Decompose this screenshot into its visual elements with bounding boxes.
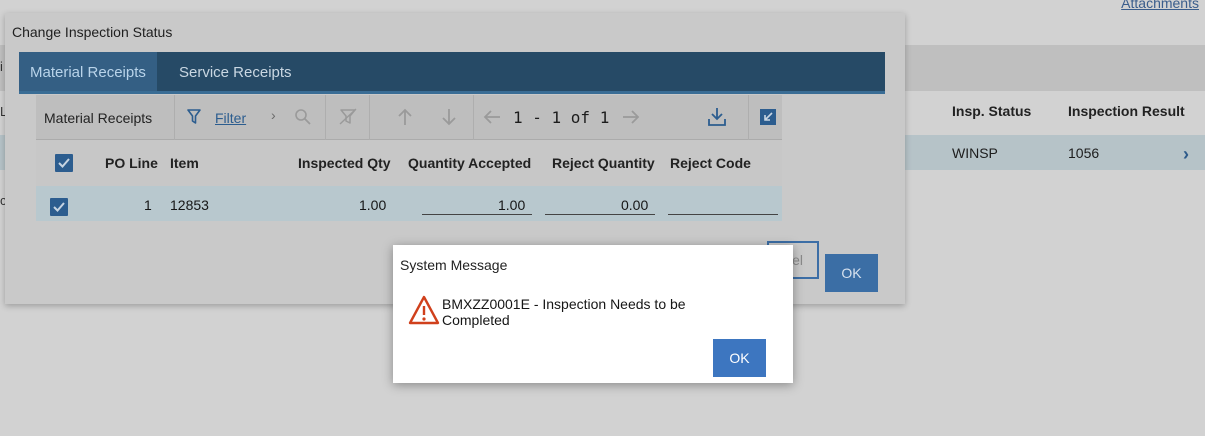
table-row[interactable]: 1 12853 1.00 1.00 0.00 [36, 186, 782, 221]
system-message-ok-button[interactable]: OK [713, 339, 766, 377]
tab-service-receipts[interactable]: Service Receipts [168, 52, 303, 91]
item-header[interactable]: Item [170, 155, 199, 171]
clear-filter-icon[interactable] [339, 108, 357, 131]
quantity-accepted-field[interactable]: 1.00 [498, 197, 525, 213]
reject-quantity-underline [545, 214, 655, 215]
arrow-down-icon[interactable] [441, 108, 457, 131]
reject-code-underline [668, 214, 778, 215]
chevron-right-icon[interactable]: › [1183, 144, 1189, 165]
system-message-title: System Message [400, 257, 508, 273]
inspected-qty-cell: 1.00 [359, 197, 387, 213]
table-header-row: PO Line Item Inspected Qty Quantity Acce… [36, 141, 782, 186]
inspection-result-header: Inspection Result [1068, 103, 1185, 119]
reject-code-header[interactable]: Reject Code [670, 155, 751, 171]
toolbar-divider [748, 95, 749, 140]
attachments-link[interactable]: Attachments [1121, 0, 1199, 11]
table-toolbar: Material Receipts Filter › 1 - 1 of 1 [36, 95, 782, 140]
pagination-text: 1 - 1 of 1 [513, 108, 610, 127]
reject-quantity-header[interactable]: Reject Quantity [552, 155, 655, 171]
po-line-cell: 1 [144, 197, 152, 213]
system-message-dialog: System Message BMXZZ0001E - Inspection N… [393, 245, 793, 383]
tab-bar: Material Receipts Service Receipts [19, 52, 885, 94]
toolbar-divider [325, 95, 326, 140]
system-message-text: BMXZZ0001E - Inspection Needs to be Comp… [442, 296, 686, 328]
insp-status-header: Insp. Status [952, 103, 1032, 119]
select-all-checkbox[interactable] [55, 154, 73, 172]
collapse-icon[interactable] [760, 109, 776, 130]
material-receipts-table: Material Receipts Filter › 1 - 1 of 1 PO… [36, 95, 782, 221]
background-text-fragment: i [0, 59, 3, 74]
warning-icon [408, 295, 440, 330]
filter-link[interactable]: Filter [215, 110, 246, 126]
inspected-qty-header[interactable]: Inspected Qty [298, 155, 391, 171]
ok-button[interactable]: OK [825, 254, 878, 292]
table-title: Material Receipts [44, 110, 153, 126]
tab-material-receipts[interactable]: Material Receipts [19, 52, 157, 91]
arrow-left-icon[interactable] [483, 109, 501, 130]
row-checkbox[interactable] [50, 198, 68, 216]
toolbar-divider [369, 95, 370, 140]
toolbar-divider [473, 95, 474, 140]
arrow-right-icon[interactable] [622, 109, 640, 130]
toolbar-divider [174, 95, 175, 140]
dialog-title: Change Inspection Status [12, 24, 173, 40]
insp-status-value: WINSP [952, 145, 998, 161]
item-cell: 12853 [170, 197, 209, 213]
reject-quantity-field[interactable]: 0.00 [621, 197, 648, 213]
filter-icon[interactable] [187, 109, 201, 130]
search-icon[interactable] [294, 108, 312, 131]
quantity-accepted-header[interactable]: Quantity Accepted [408, 155, 531, 171]
download-icon[interactable] [708, 107, 726, 132]
po-line-header[interactable]: PO Line [105, 155, 158, 171]
chevron-right-icon[interactable]: › [271, 107, 276, 123]
inspection-result-value: 1056 [1068, 145, 1100, 161]
arrow-up-icon[interactable] [397, 108, 413, 131]
quantity-accepted-underline [422, 214, 532, 215]
